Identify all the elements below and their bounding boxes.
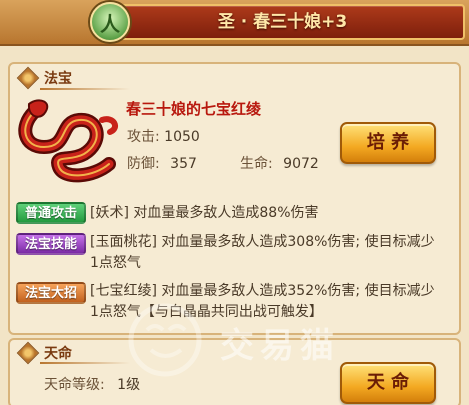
destiny-level-label: 天命等级: (44, 377, 105, 393)
attack-stat: 攻击: 1050 (127, 126, 200, 146)
hp-value: 9072 (283, 156, 319, 172)
defense-label: 防御: (127, 156, 160, 172)
destiny-button[interactable]: 天 命 (340, 362, 436, 404)
hp-label: 生命: (240, 156, 273, 172)
treasure-ultimate-tag: 法宝大招 (16, 282, 86, 304)
treasure-name: 春三十娘的七宝红绫 (126, 100, 262, 118)
normal-attack-tag: 普通攻击 (16, 202, 86, 224)
hp-stat: 生命: 9072 (240, 153, 319, 173)
cultivate-button[interactable]: 培 养 (340, 122, 436, 164)
treasure-skill-description: [玉面桃花] 对血量最多敌人造成308%伤害; 使目标减少1点怒气 (90, 234, 435, 271)
destiny-level-value: 1级 (117, 377, 141, 393)
class-emblem-icon: 人 (90, 2, 130, 42)
destiny-section-title: 天命 (44, 346, 72, 362)
defense-stat: 防御: 357 (127, 153, 197, 173)
treasure-skill-tag: 法宝技能 (16, 233, 86, 255)
destiny-level: 天命等级: 1级 (44, 374, 140, 394)
treasure-ultimate-description: [七宝红绫] 对血量最多敌人造成352%伤害; 使目标减少1点怒气【与白晶晶共同… (90, 283, 435, 320)
section-underline (40, 362, 130, 364)
watermark-text: 交易猫 (220, 326, 340, 366)
hero-title: 圣 · 春三十娘+3 (217, 12, 348, 32)
treasure-section-title: 法宝 (44, 71, 72, 87)
section-underline (40, 88, 130, 90)
normal-attack-description: [妖术] 对血量最多敌人造成88%伤害 (90, 205, 319, 221)
attack-label: 攻击: (127, 129, 160, 145)
red-ribbon-treasure-icon (18, 99, 118, 183)
defense-value: 357 (170, 156, 197, 172)
attack-value: 1050 (164, 129, 200, 145)
